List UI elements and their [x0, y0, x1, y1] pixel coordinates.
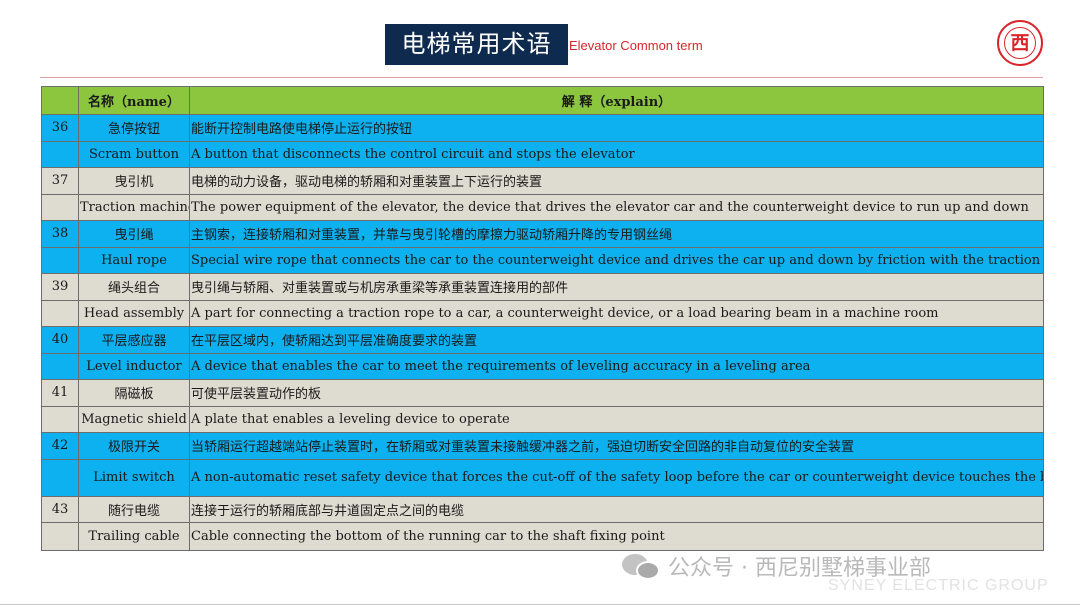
table-row: Traction machine The power equipment of … [41, 193, 1044, 221]
term-name-en: Traction machine [78, 193, 190, 221]
term-name-en: Head assembly [78, 299, 190, 327]
term-explain-en: A plate that enables a leveling device t… [189, 405, 1044, 433]
term-number [41, 458, 79, 497]
term-number [41, 246, 79, 274]
term-explain-en: The power equipment of the elevator, the… [189, 193, 1044, 221]
term-name-zh: 绳头组合 [78, 273, 190, 301]
term-explain-zh: 主钢索，连接轿厢和对重装置，并靠与曳引轮槽的摩擦力驱动轿厢升降的专用钢丝绳 [189, 220, 1044, 248]
term-name-zh: 随行电缆 [78, 495, 190, 523]
term-number [41, 299, 79, 327]
term-number: 37 [41, 167, 79, 195]
term-number [41, 193, 79, 221]
table-row: Trailing cable Cable connecting the bott… [41, 522, 1044, 551]
term-name-zh: 隔磁板 [78, 379, 190, 407]
table-row: 42 极限开关 当轿厢运行超越端站停止装置时，在轿厢或对重装置未接触缓冲器之前，… [41, 432, 1044, 460]
table-row: Level inductor A device that enables the… [41, 352, 1044, 380]
header-explain-cell: 解 释（explain） [189, 86, 1044, 115]
table-row: 36 急停按钮 能断开控制电路使电梯停止运行的按钮 [41, 114, 1044, 142]
term-name-zh: 曳引机 [78, 167, 190, 195]
header-divider [40, 77, 1043, 78]
term-name-zh: 平层感应器 [78, 326, 190, 354]
term-explain-zh: 电梯的动力设备，驱动电梯的轿厢和对重装置上下运行的装置 [189, 167, 1044, 195]
term-name-zh: 曳引绳 [78, 220, 190, 248]
table-row: 40 平层感应器 在平层区域内，使轿厢达到平层准确度要求的装置 [41, 326, 1044, 354]
term-explain-zh: 在平层区域内，使轿厢达到平层准确度要求的装置 [189, 326, 1044, 354]
term-name-en: Trailing cable [78, 522, 190, 551]
term-explain-en: A part for connecting a traction rope to… [189, 299, 1044, 327]
page-subtitle: Elevator Common term [569, 38, 703, 53]
term-name-en: Haul rope [78, 246, 190, 274]
term-number: 41 [41, 379, 79, 407]
term-number: 38 [41, 220, 79, 248]
term-number [41, 140, 79, 168]
term-name-en: Limit switch [78, 458, 190, 497]
term-number: 39 [41, 273, 79, 301]
logo-character: 西 [1010, 31, 1030, 54]
table-row: 37 曳引机 电梯的动力设备，驱动电梯的轿厢和对重装置上下运行的装置 [41, 167, 1044, 195]
table-row: Head assembly A part for connecting a tr… [41, 299, 1044, 327]
term-number [41, 352, 79, 380]
logo-ring: 西 [1004, 27, 1036, 59]
table-row: 43 随行电缆 连接于运行的轿厢底部与井道固定点之间的电缆 [41, 495, 1044, 523]
table-row: Scram button A button that disconnects t… [41, 140, 1044, 168]
table-row: Haul rope Special wire rope that connect… [41, 246, 1044, 274]
term-number [41, 522, 79, 551]
term-explain-zh: 能断开控制电路使电梯停止运行的按钮 [189, 114, 1044, 142]
term-name-zh: 极限开关 [78, 432, 190, 460]
term-explain-en: A device that enables the car to meet th… [189, 352, 1044, 380]
term-explain-zh: 连接于运行的轿厢底部与井道固定点之间的电缆 [189, 495, 1044, 523]
term-explain-en: Cable connecting the bottom of the runni… [189, 522, 1044, 551]
table-row: 39 绳头组合 曳引绳与轿厢、对重装置或与机房承重梁等承重装置连接用的部件 [41, 273, 1044, 301]
table-row: 38 曳引绳 主钢索，连接轿厢和对重装置，并靠与曳引轮槽的摩擦力驱动轿厢升降的专… [41, 220, 1044, 248]
table-row: 41 隔磁板 可使平层装置动作的板 [41, 379, 1044, 407]
term-name-en: Magnetic shield [78, 405, 190, 433]
term-explain-zh: 可使平层装置动作的板 [189, 379, 1044, 407]
term-number: 36 [41, 114, 79, 142]
term-explain-zh: 曳引绳与轿厢、对重装置或与机房承重梁等承重装置连接用的部件 [189, 273, 1044, 301]
terms-table: 名称（name） 解 释（explain） 36 急停按钮 能断开控制电路使电梯… [41, 86, 1044, 551]
footer-divider [0, 604, 1080, 605]
header-name-cell: 名称（name） [78, 86, 190, 115]
term-explain-en: Special wire rope that connects the car … [189, 246, 1044, 274]
term-name-en: Scram button [78, 140, 190, 168]
wechat-icon [622, 552, 662, 580]
term-explain-en: A non-automatic reset safety device that… [189, 458, 1044, 497]
term-explain-en: A button that disconnects the control ci… [189, 140, 1044, 168]
header-number-cell [41, 86, 79, 115]
table-row: Magnetic shield A plate that enables a l… [41, 405, 1044, 433]
term-number [41, 405, 79, 433]
term-name-en: Level inductor [78, 352, 190, 380]
term-number: 42 [41, 432, 79, 460]
watermark-english: SYNEY ELECTRIC GROUP [828, 577, 1049, 594]
page-title: 电梯常用术语 [385, 24, 568, 65]
term-number: 40 [41, 326, 79, 354]
term-name-zh: 急停按钮 [78, 114, 190, 142]
term-explain-zh: 当轿厢运行超越端站停止装置时，在轿厢或对重装置未接触缓冲器之前，强迫切断安全回路… [189, 432, 1044, 460]
table-header-row: 名称（name） 解 释（explain） [41, 86, 1044, 115]
company-logo: 西 [997, 20, 1043, 66]
table-row: Limit switch A non-automatic reset safet… [41, 458, 1044, 497]
term-number: 43 [41, 495, 79, 523]
